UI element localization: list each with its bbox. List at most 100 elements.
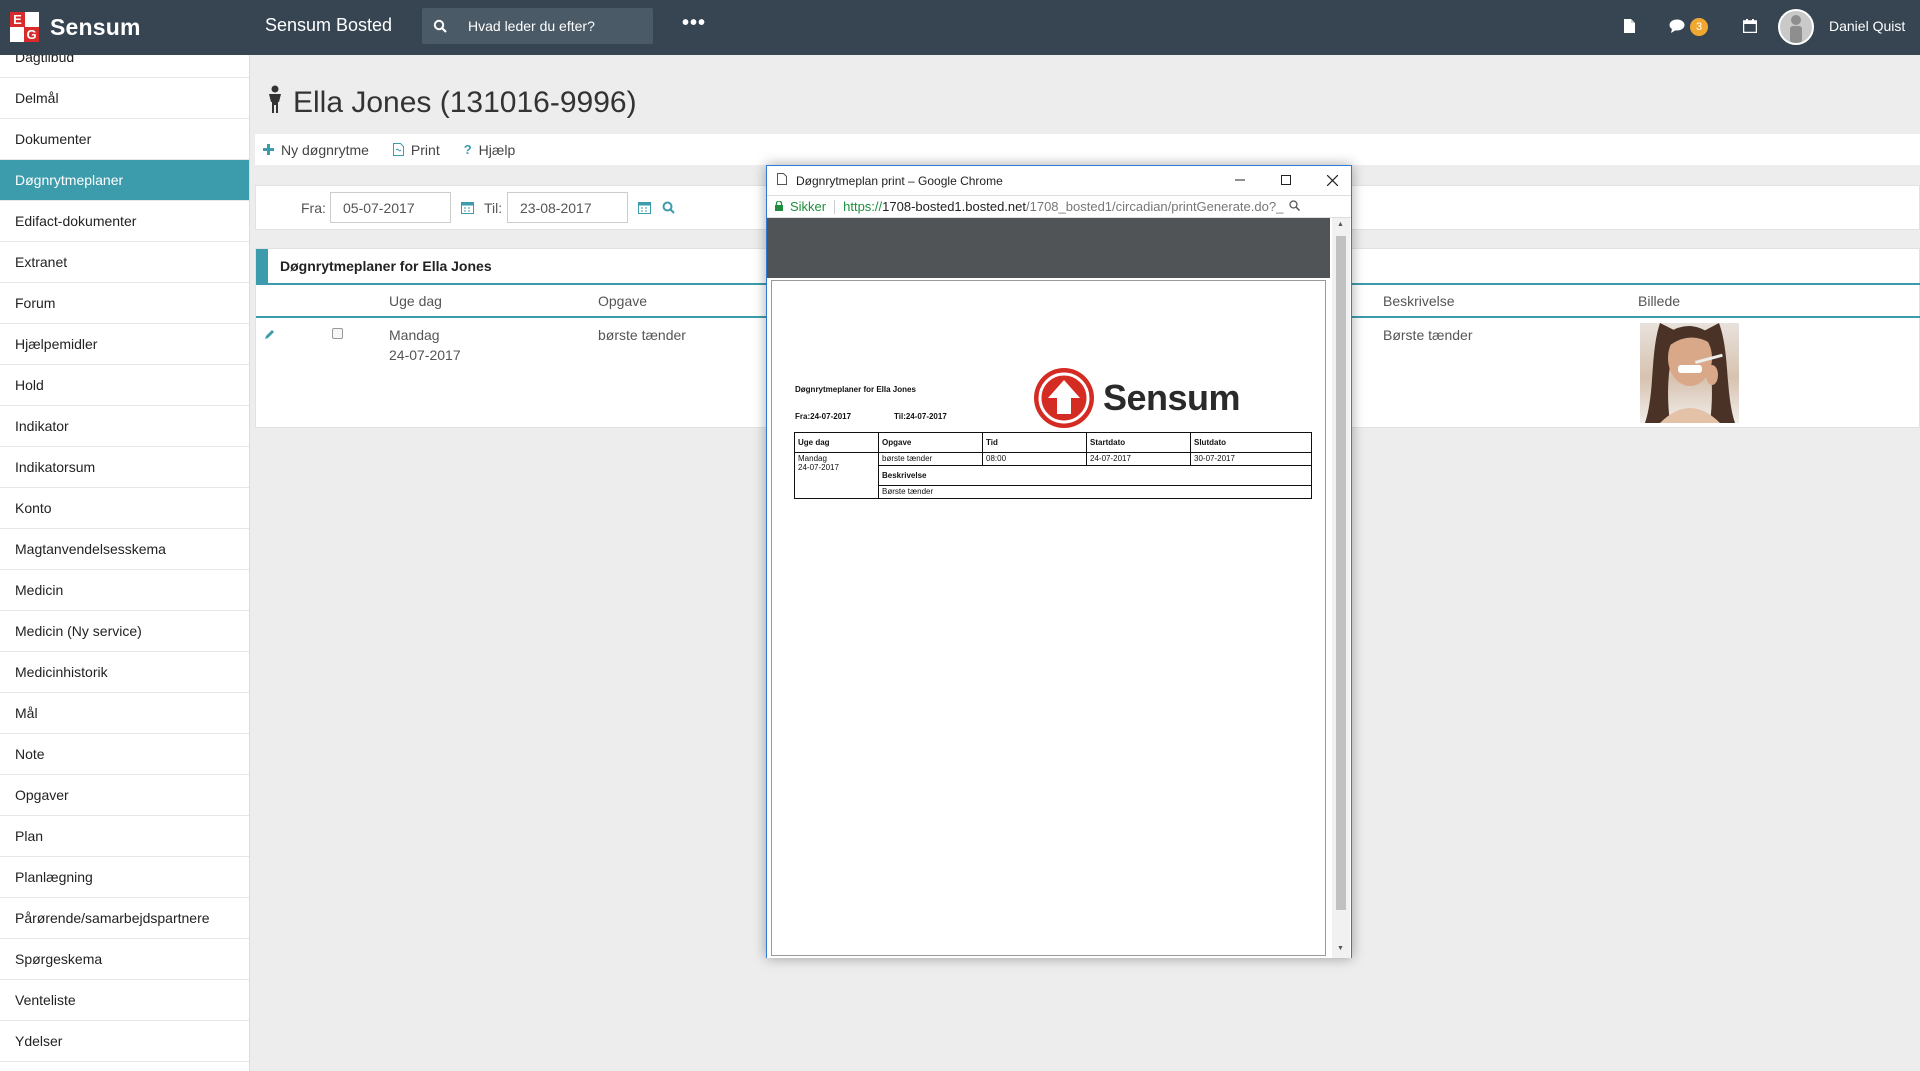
pdf-toolbar [767, 218, 1330, 278]
search-icon[interactable] [662, 201, 675, 217]
doc-title: Døgnrytmeplaner for Ella Jones [795, 385, 916, 394]
sidebar-item-label: Dokumenter [15, 131, 92, 147]
sidebar-item[interactable]: Indikator [0, 406, 249, 447]
brand-name: Sensum [50, 13, 141, 40]
messages-badge: 3 [1690, 18, 1708, 36]
sidebar-item[interactable]: Konto [0, 488, 249, 529]
sidebar-item-label: Opgaver [15, 787, 69, 803]
sidebar-item-label: Forum [15, 295, 56, 311]
from-date-input[interactable] [330, 192, 451, 223]
sidebar-item[interactable]: Spørgeskema [0, 939, 249, 980]
doc-col-time: Tid [982, 432, 1087, 453]
sidebar-item[interactable]: Medicinhistorik [0, 652, 249, 693]
scroll-down-icon[interactable]: ▼ [1337, 945, 1344, 952]
search-box[interactable] [422, 8, 653, 44]
app-title[interactable]: Sensum Bosted [265, 15, 392, 36]
col-task[interactable]: Opgave [598, 293, 647, 309]
doc-description-label: Beskrivelse [878, 465, 1312, 486]
action-bar: Ny døgnrytme Print ? Hjælp [255, 134, 1920, 165]
sidebar-item[interactable]: Hold [0, 365, 249, 406]
doc-cell-weekday: Mandag 24-07-2017 [794, 452, 879, 499]
sidebar-item[interactable]: Medicin (Ny service) [0, 611, 249, 652]
sidebar-item[interactable]: Døgnrytmeplaner [0, 160, 249, 201]
help-label: Hjælp [478, 141, 516, 158]
maximize-button[interactable] [1278, 172, 1294, 188]
sidebar-item[interactable]: Opgaver [0, 775, 249, 816]
sidebar-item[interactable]: Medicin [0, 570, 249, 611]
avatar[interactable] [1778, 9, 1814, 45]
sidebar-item[interactable]: Forum [0, 283, 249, 324]
sidebar-item-label: Spørgeskema [15, 951, 103, 967]
plus-icon [263, 144, 274, 155]
sidebar-item-label: Magtanvendelsesskema [15, 541, 166, 557]
to-label: Til: [484, 200, 503, 216]
sidebar-item[interactable]: Hjælpemidler [0, 324, 249, 365]
search-icon[interactable] [422, 19, 458, 33]
sidebar-item[interactable]: Plan [0, 816, 249, 857]
scrollbar[interactable]: ▲ ▼ [1332, 218, 1350, 958]
sidebar-item-label: Indikator [15, 418, 69, 434]
print-button[interactable]: Print [392, 142, 440, 158]
search-input[interactable] [468, 18, 648, 34]
minimize-button[interactable] [1232, 172, 1248, 188]
print-preview-window: Døgnrytmeplan print – Google Chrome Sikk… [766, 165, 1352, 958]
edit-icon[interactable] [264, 327, 276, 343]
secure-indicator[interactable]: Sikker [775, 199, 826, 214]
sidebar-item-label: Mål [15, 705, 38, 721]
calendar-icon[interactable] [1741, 17, 1759, 35]
from-calendar-icon[interactable] [461, 201, 474, 217]
sidebar-item[interactable]: Dokumenter [0, 119, 249, 160]
sidebar-item-label: Pårørende/samarbejdspartnere [15, 910, 210, 926]
sidebar-item[interactable]: Dagtilbud [0, 55, 249, 78]
document-icon[interactable] [1620, 17, 1638, 35]
zoom-icon[interactable] [1289, 199, 1301, 214]
sidebar-item[interactable]: Edifact-dokumenter [0, 201, 249, 242]
to-calendar-icon[interactable] [638, 201, 651, 217]
sidebar-item[interactable]: Note [0, 734, 249, 775]
row-checkbox[interactable] [332, 328, 343, 339]
doc-col-weekday: Uge dag [794, 432, 879, 453]
sidebar-item[interactable]: Planlægning [0, 857, 249, 898]
chat-icon[interactable] [1668, 17, 1686, 35]
sensum-logo-text: Sensum [1103, 377, 1241, 418]
new-circadian-button[interactable]: Ny døgnrytme [263, 142, 369, 158]
doc-col-task: Opgave [878, 432, 983, 453]
sidebar-item-label: Døgnrytmeplaner [15, 172, 124, 188]
lock-icon [775, 199, 783, 214]
address-bar[interactable]: Sikker https://1708-bosted1.bosted.net/1… [767, 195, 1351, 218]
sidebar-item[interactable]: Pårørende/samarbejdspartnere [0, 898, 249, 939]
user-name[interactable]: Daniel Quist [1829, 18, 1905, 34]
sensum-logo-icon [1034, 368, 1094, 428]
more-menu-button[interactable]: ••• [682, 12, 706, 35]
sidebar-item-label: Medicin [15, 582, 64, 598]
url-text[interactable]: https://1708-bosted1.bosted.net/1708_bos… [843, 199, 1283, 214]
task-image[interactable] [1640, 323, 1739, 423]
window-title-bar[interactable]: Døgnrytmeplan print – Google Chrome [767, 166, 1351, 195]
sidebar-item-label: Hold [15, 377, 44, 393]
sidebar-item-label: Medicin (Ny service) [15, 623, 142, 639]
scroll-up-icon[interactable]: ▲ [1337, 221, 1344, 228]
close-button[interactable] [1324, 172, 1340, 188]
app-logo[interactable]: E G Sensum [10, 9, 240, 45]
col-image[interactable]: Billede [1638, 293, 1680, 309]
sidebar-item[interactable]: Venteliste [0, 980, 249, 1021]
help-button[interactable]: ? Hjælp [464, 142, 516, 158]
sidebar-item[interactable]: Delmål [0, 78, 249, 119]
sidebar-item[interactable]: Extranet [0, 242, 249, 283]
sidebar-item-label: Ydelser [15, 1033, 63, 1049]
col-description[interactable]: Beskrivelse [1383, 293, 1455, 309]
sidebar-item[interactable]: Magtanvendelsesskema [0, 529, 249, 570]
eg-logo-icon: E G [10, 12, 40, 42]
sidebar-item[interactable]: Indikatorsum [0, 447, 249, 488]
sidebar-item-label: Dagtilbud [15, 55, 75, 65]
col-weekday[interactable]: Uge dag [389, 293, 442, 309]
sidebar-item[interactable]: Mål [0, 693, 249, 734]
question-icon: ? [463, 142, 472, 157]
pdf-viewer: Døgnrytmeplaner for Ella Jones Fra:24-07… [767, 218, 1351, 958]
window-title: Døgnrytmeplan print – Google Chrome [796, 173, 1003, 188]
pdf-page: Døgnrytmeplaner for Ella Jones Fra:24-07… [771, 280, 1326, 956]
sidebar-item[interactable]: Ydelser [0, 1021, 249, 1062]
row-description: Børste tænder [1383, 327, 1473, 343]
to-date-input[interactable] [507, 192, 628, 223]
scrollbar-thumb[interactable] [1336, 236, 1346, 910]
